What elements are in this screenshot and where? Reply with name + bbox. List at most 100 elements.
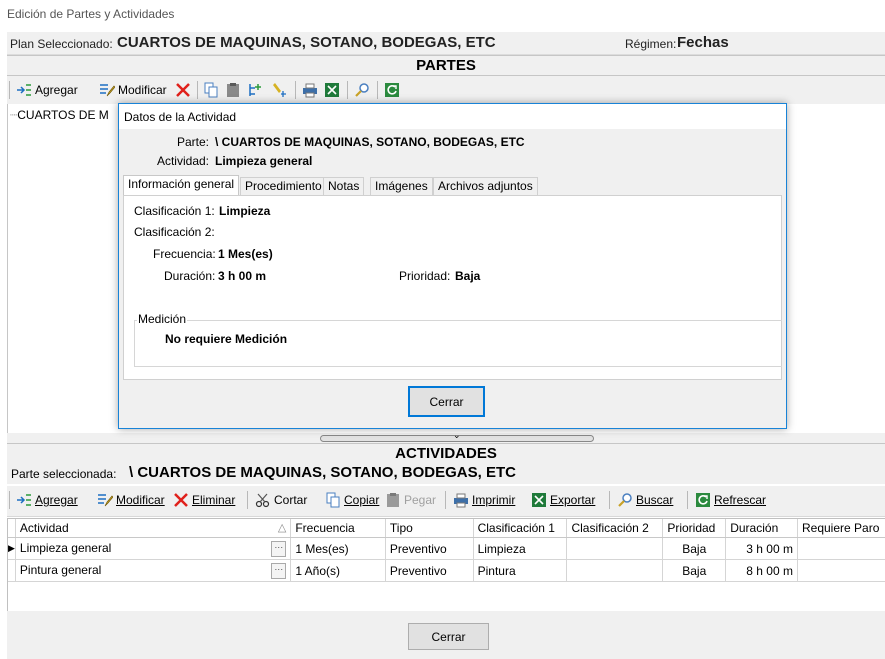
cell-duracion[interactable]: 3 h 00 m [725,537,798,560]
cell-requiere-paro[interactable] [797,559,885,582]
tab-procedimiento[interactable]: Procedimiento [240,177,327,195]
dialog-title: Datos de la Actividad [124,110,237,124]
cell-clasificacion2[interactable] [566,537,664,560]
imprimir-button[interactable]: Imprimir [453,490,515,510]
modificar-label: Modificar [116,493,165,507]
informacion-general-panel: Clasificación 1: Limpieza Clasificación … [123,195,782,380]
bottom-bar: Cerrar [7,611,885,659]
column-header-actividad[interactable]: Actividad △ [15,519,292,538]
row-indicator [8,559,16,582]
cell-frecuencia[interactable]: 1 Mes(es) [290,537,386,560]
printer-icon [302,82,318,98]
cell-actividad[interactable]: Pintura general ··· [15,559,292,582]
tab-archivos-adjuntos[interactable]: Archivos adjuntos [433,177,538,195]
partes-refresh-button[interactable] [384,80,400,100]
row-indicator-header [8,519,16,538]
cortar-label: Cortar [274,493,308,507]
cell-actividad[interactable]: Limpieza general ··· [15,537,292,560]
partes-toolbar: Agregar Modificar [7,76,885,105]
search-icon [354,82,370,98]
toolbar-separator [687,491,688,509]
column-header-clasificacion1[interactable]: Clasificación 1 [473,519,568,538]
cell-duracion[interactable]: 8 h 00 m [725,559,798,582]
partes-export-button[interactable] [324,80,340,100]
refresh-icon [695,492,711,508]
row-ellipsis-button[interactable]: ··· [271,562,287,579]
column-header-clasificacion2[interactable]: Clasificación 2 [566,519,664,538]
buscar-button[interactable]: Buscar [617,490,673,510]
window-title: Edición de Partes y Actividades [7,7,175,21]
actividades-header-text: ACTIVIDADES [395,445,497,462]
actividades-grid[interactable]: Actividad △ Frecuencia Tipo Clasificació… [7,518,885,612]
modificar-button[interactable]: Modificar [97,490,165,510]
column-header-requiere-paro[interactable]: Requiere Paro [797,519,885,538]
cell-tipo[interactable]: Preventivo [385,537,474,560]
edit-icon [99,82,116,98]
exportar-button[interactable]: Exportar [531,490,595,510]
tab-imagenes[interactable]: Imágenes [370,177,433,195]
partes-print-button[interactable] [302,80,318,100]
agregar-label: Agregar [35,493,78,507]
column-header-duracion[interactable]: Duración [725,519,798,538]
medicion-legend: Medición [137,312,188,326]
tab-notas[interactable]: Notas [323,177,365,195]
pegar-button[interactable]: Pegar [385,490,436,510]
column-header-prioridad[interactable]: Prioridad [662,519,727,538]
imprimir-label: Imprimir [472,493,516,507]
partes-modificar-button[interactable]: Modificar [99,80,167,100]
cortar-button[interactable]: Cortar [255,490,307,510]
excel-icon [531,492,547,508]
tab-informacion-general[interactable]: Información general [123,175,240,196]
exportar-label: Exportar [550,493,596,507]
cell-prioridad[interactable]: Baja [662,537,727,560]
main-close-button[interactable]: Cerrar [408,623,489,650]
plan-label: Plan Seleccionado: [10,37,113,51]
clasificacion1-label: Clasificación 1: [134,204,215,218]
column-header-frecuencia[interactable]: Frecuencia [290,519,386,538]
tree-node[interactable]: ┈CUARTOS DE M [10,108,109,122]
dialog-title-bar: Datos de la Actividad [119,104,786,129]
partes-agregar-button[interactable]: Agregar [16,80,78,100]
cell-prioridad[interactable]: Baja [662,559,727,582]
agregar-button[interactable]: Agregar [16,490,78,510]
copiar-label: Copiar [344,493,380,507]
cell-frecuencia[interactable]: 1 Año(s) [290,559,386,582]
refrescar-button[interactable]: Refrescar [695,490,766,510]
toolbar-separator [445,491,446,509]
grid-header-row: Actividad △ Frecuencia Tipo Clasificació… [8,519,885,538]
splitter[interactable]: ⌄ [7,430,885,443]
dialog-close-button[interactable]: Cerrar [408,386,485,417]
partes-search-button[interactable] [354,80,370,100]
medicion-value: No requiere Medición [165,332,288,346]
partes-addchild-button[interactable] [247,80,263,100]
cell-clasificacion1[interactable]: Pintura [473,559,568,582]
table-row[interactable]: ▶ Limpieza general ··· 1 Mes(es) Preventi… [8,537,885,560]
partes-sort-button[interactable] [271,80,287,100]
add-icon [16,492,32,508]
cell-tipo[interactable]: Preventivo [385,559,474,582]
cell-requiere-paro[interactable] [797,537,885,560]
table-row[interactable]: Pintura general ··· 1 Año(s) Preventivo P… [8,559,885,582]
partes-paste-button[interactable] [225,80,241,100]
actividades-table: Actividad △ Frecuencia Tipo Clasificació… [8,519,885,582]
toolbar-separator [347,81,348,99]
plan-value: CUARTOS DE MAQUINAS, SOTANO, BODEGAS, ET… [117,34,496,51]
toolbar-separator [295,81,296,99]
copiar-button[interactable]: Copiar [325,490,379,510]
partes-delete-button[interactable] [175,80,191,100]
parte-value: \ CUARTOS DE MAQUINAS, SOTANO, BODEGAS, … [215,135,525,149]
partes-modificar-label: Modificar [118,83,167,97]
column-header-tipo[interactable]: Tipo [385,519,474,538]
row-ellipsis-button[interactable]: ··· [271,540,287,557]
parte-label: Parte: [176,135,209,149]
add-icon [16,82,32,98]
refresh-icon [384,82,400,98]
pegar-label: Pegar [404,493,437,507]
partes-copy-button[interactable] [203,80,219,100]
regimen-value: Fechas [677,34,729,51]
partes-header-text: PARTES [416,57,476,74]
toolbar-separator [247,491,248,509]
cell-clasificacion1[interactable]: Limpieza [473,537,568,560]
eliminar-button[interactable]: Eliminar [173,490,235,510]
cell-clasificacion2[interactable] [566,559,664,582]
